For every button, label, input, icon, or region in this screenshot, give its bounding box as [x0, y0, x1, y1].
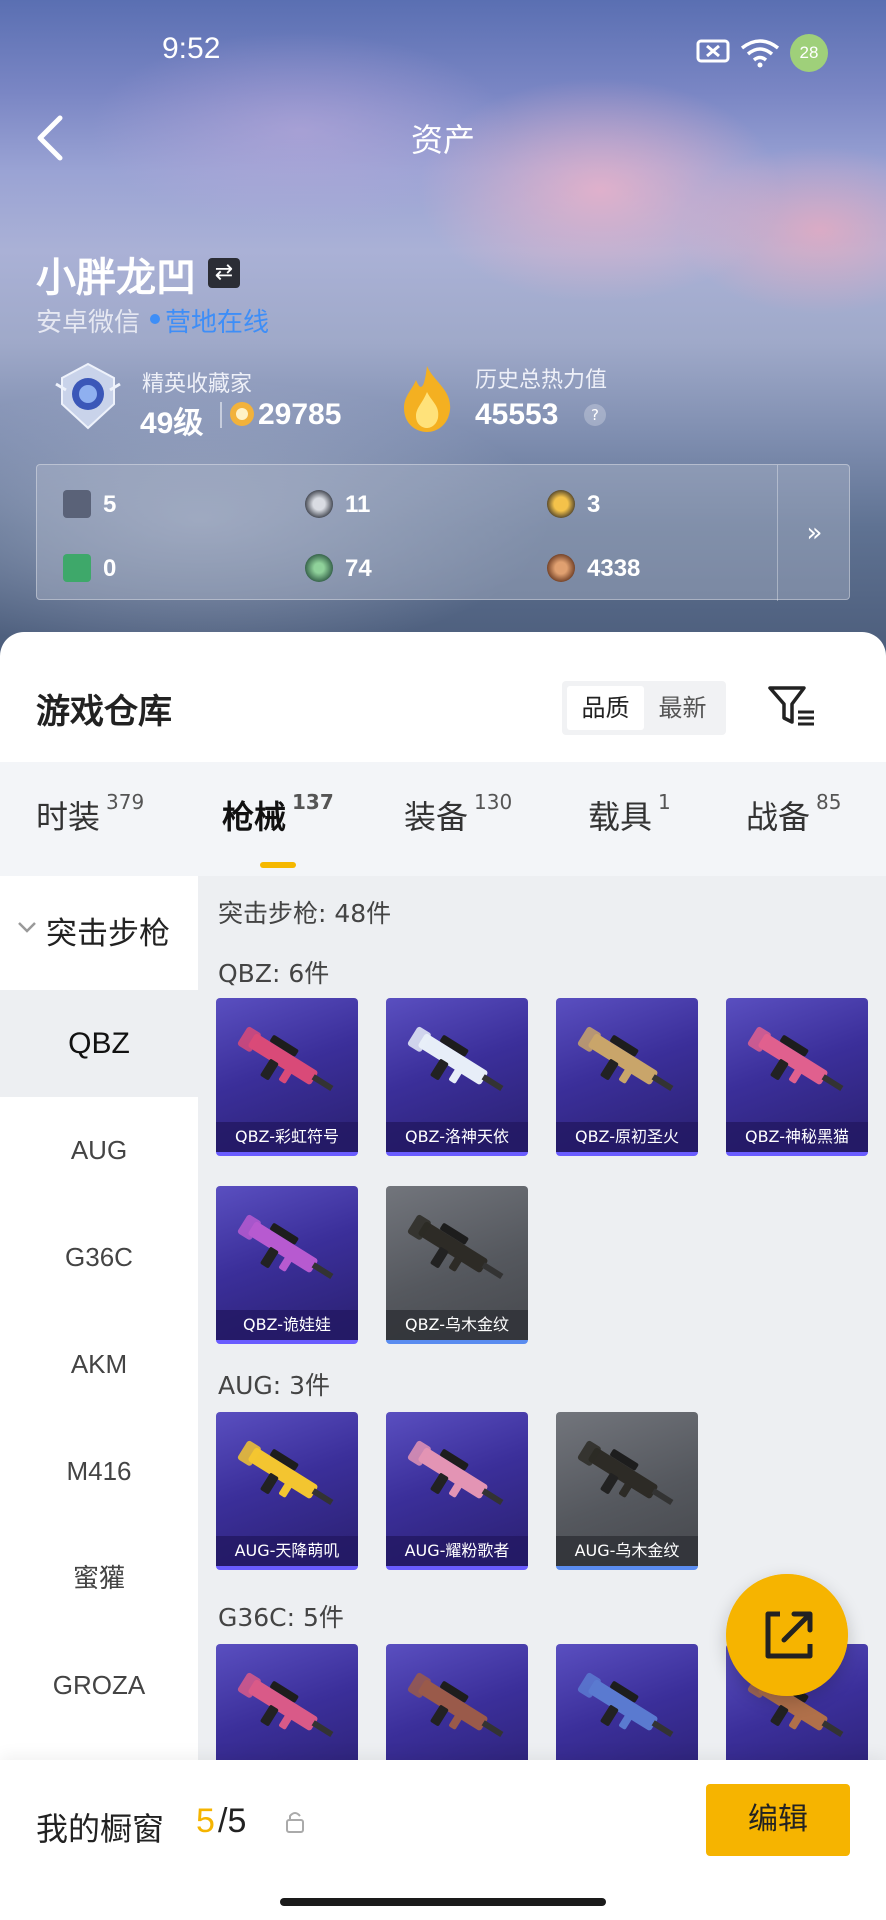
weapon-card-name: QBZ-原初圣火: [556, 1122, 698, 1152]
gun-skin-image: [577, 1440, 674, 1506]
sidebar-item-g36c[interactable]: G36C: [0, 1204, 198, 1311]
heat-value: 45553: [475, 398, 559, 431]
gun-skin-image: [577, 1026, 674, 1092]
help-icon[interactable]: ?: [584, 404, 606, 426]
ticket-icon: [63, 554, 91, 582]
gun-skin-image: [407, 1214, 504, 1280]
tab-guns[interactable]: 枪械 137: [222, 790, 334, 838]
coin-count: 29785: [258, 398, 342, 431]
page-title: 资产: [410, 121, 475, 159]
weapon-card[interactable]: QBZ-彩虹符号: [216, 998, 358, 1156]
warehouse-title: 游戏仓库: [36, 692, 172, 732]
share-button[interactable]: [726, 1574, 848, 1696]
switch-account-icon[interactable]: ⇄: [208, 258, 240, 288]
gun-skin-image: [237, 1214, 334, 1280]
weapon-card-name: QBZ-乌木金纹: [386, 1310, 528, 1340]
gun-skin-image: [577, 1672, 674, 1738]
weapon-card-name: QBZ-诡娃娃: [216, 1310, 358, 1340]
edit-button[interactable]: 编辑: [706, 1784, 850, 1856]
showcase-current: 5: [196, 1802, 215, 1840]
green-orb-icon: [305, 554, 333, 582]
weapon-card[interactable]: QBZ-洛神天依: [386, 998, 528, 1156]
heat-label: 历史总热力值: [475, 368, 608, 393]
currency-stats: 5 11 3 0 74 4338 »: [36, 464, 851, 601]
sort-quality-button[interactable]: 品质: [567, 686, 644, 730]
weapon-card[interactable]: QBZ-原初圣火: [556, 998, 698, 1156]
level: 49级: [140, 407, 204, 440]
sidebar-item-m416[interactable]: M416: [0, 1418, 198, 1525]
active-tab-indicator: [260, 862, 296, 868]
weapon-card-name: QBZ-神秘黑猫: [726, 1122, 868, 1152]
gun-skin-image: [237, 1026, 334, 1092]
weapon-card[interactable]: QBZ-乌木金纹: [386, 1186, 528, 1344]
category-count: 突击步枪: 48件: [218, 899, 392, 928]
showcase-label: 我的橱窗: [36, 1810, 165, 1848]
sidebar-group-assault-rifles[interactable]: 突击步枪: [0, 876, 198, 986]
sidebar-item-groza[interactable]: GROZA: [0, 1632, 198, 1739]
divider: [220, 402, 222, 428]
wifi-icon: [740, 39, 780, 68]
gun-skin-image: [407, 1440, 504, 1506]
showcase-total: /5: [218, 1802, 247, 1840]
gun-skin-image: [407, 1672, 504, 1738]
bronze-coin-icon: [547, 554, 575, 582]
status-bar: 9:52 28: [0, 30, 886, 74]
weapon-card[interactable]: AUG-耀粉歌者: [386, 1412, 528, 1570]
tab-fashion[interactable]: 时装 379: [36, 790, 144, 838]
weapon-card[interactable]: QBZ-神秘黑猫: [726, 998, 868, 1156]
weapon-card-name: QBZ-洛神天依: [386, 1122, 528, 1152]
category-tabs: 时装 379 枪械 137 装备 130 载具 1 战备 85: [0, 762, 886, 876]
status-time: 9:52: [162, 32, 221, 65]
tab-vehicles[interactable]: 载具 1: [588, 790, 671, 838]
warehouse-sheet: 游戏仓库 品质 最新 时装 379 枪械 137 装备 130 载具 1 战备 85 突击…: [0, 632, 886, 1920]
section-header-aug: AUG: 3件: [218, 1371, 331, 1400]
collector-badge-icon: [55, 362, 121, 430]
username: 小胖龙凹: [36, 255, 196, 301]
stats-expand-button[interactable]: »: [777, 465, 851, 601]
weapon-card[interactable]: AUG-天降萌叽: [216, 1412, 358, 1570]
sidebar-item-akm[interactable]: AKM: [0, 1311, 198, 1418]
online-status: 营地在线: [165, 308, 270, 338]
collector-title: 精英收藏家: [142, 372, 253, 397]
gun-skin-image: [237, 1440, 334, 1506]
weapon-card-name: QBZ-彩虹符号: [216, 1122, 358, 1152]
section-header-qbz: QBZ: 6件: [218, 959, 330, 988]
filter-icon[interactable]: [764, 678, 820, 734]
gun-skin-image: [747, 1026, 844, 1092]
sort-toggle: 品质 最新: [562, 681, 726, 735]
silver-coin-icon: [305, 490, 333, 518]
sidebar-item-aug[interactable]: AUG: [0, 1097, 198, 1204]
card-icon: [63, 490, 91, 518]
showcase-bar: 我的橱窗 5 /5 编辑: [0, 1760, 886, 1920]
battery-indicator: 28: [790, 34, 828, 72]
weapon-card-name: AUG-乌木金纹: [556, 1536, 698, 1566]
sidebar-item-qbz[interactable]: QBZ: [0, 990, 198, 1097]
weapon-card-name: AUG-耀粉歌者: [386, 1536, 528, 1566]
flame-icon: [404, 366, 451, 432]
tab-supplies[interactable]: 战备 85: [746, 790, 841, 838]
platform-label: 安卓微信: [36, 308, 141, 338]
gun-skin-image: [237, 1672, 334, 1738]
coin-icon: [230, 402, 254, 426]
weapon-card[interactable]: QBZ-诡娃娃: [216, 1186, 358, 1344]
sidebar-item-honey-badger[interactable]: 蜜獾: [0, 1525, 198, 1632]
weapon-card-name: AUG-天降萌叽: [216, 1536, 358, 1566]
sim-off-icon: [696, 39, 730, 63]
home-indicator: [280, 1898, 606, 1906]
online-dot: [150, 314, 160, 324]
gun-skin-image: [407, 1026, 504, 1092]
profile-header: 9:52 28 资产 小胖龙凹 ⇄ 安卓微信 营地在线 精英收藏家 49级 29…: [0, 0, 886, 660]
chevron-down-icon: [18, 922, 36, 933]
lock-icon: [286, 1812, 304, 1833]
sort-newest-button[interactable]: 最新: [644, 686, 721, 730]
weapon-card[interactable]: AUG-乌木金纹: [556, 1412, 698, 1570]
gold-coin-icon: [547, 490, 575, 518]
tab-equipment[interactable]: 装备 130: [404, 790, 512, 838]
section-header-g36c: G36C: 5件: [218, 1603, 344, 1632]
